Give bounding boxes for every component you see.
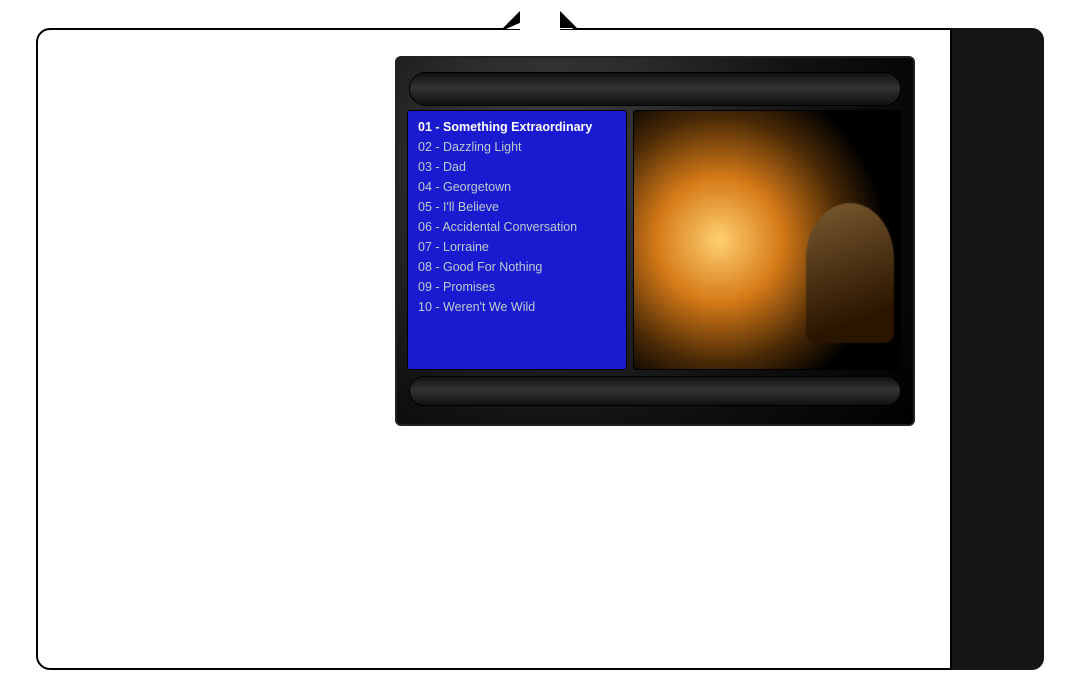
track-row: 06 - Accidental Conversation — [416, 217, 618, 237]
track-row: 01 - Something Extraordinary — [416, 117, 618, 137]
player-artist-bar — [409, 376, 901, 406]
track-row: 04 - Georgetown — [416, 177, 618, 197]
track-row: 03 - Dad — [416, 157, 618, 177]
track-row: 08 - Good For Nothing — [416, 257, 618, 277]
track-row: 07 - Lorraine — [416, 237, 618, 257]
text-column — [36, 28, 391, 670]
page-content: 01 - Something Extraordinary02 - Dazzlin… — [36, 28, 1044, 670]
track-row: 10 - Weren't We Wild — [416, 297, 618, 317]
cover-figure — [806, 203, 894, 343]
track-row: 05 - I'll Believe — [416, 197, 618, 217]
music-player-screenshot: 01 - Something Extraordinary02 - Dazzlin… — [395, 56, 915, 426]
sidebar — [950, 28, 1044, 670]
player-title-bar — [409, 72, 901, 106]
track-row: 02 - Dazzling Light — [416, 137, 618, 157]
figure-column: 01 - Something Extraordinary02 - Dazzlin… — [391, 28, 950, 670]
track-row: 09 - Promises — [416, 277, 618, 297]
album-cover — [633, 110, 901, 370]
track-list: 01 - Something Extraordinary02 - Dazzlin… — [407, 110, 627, 370]
